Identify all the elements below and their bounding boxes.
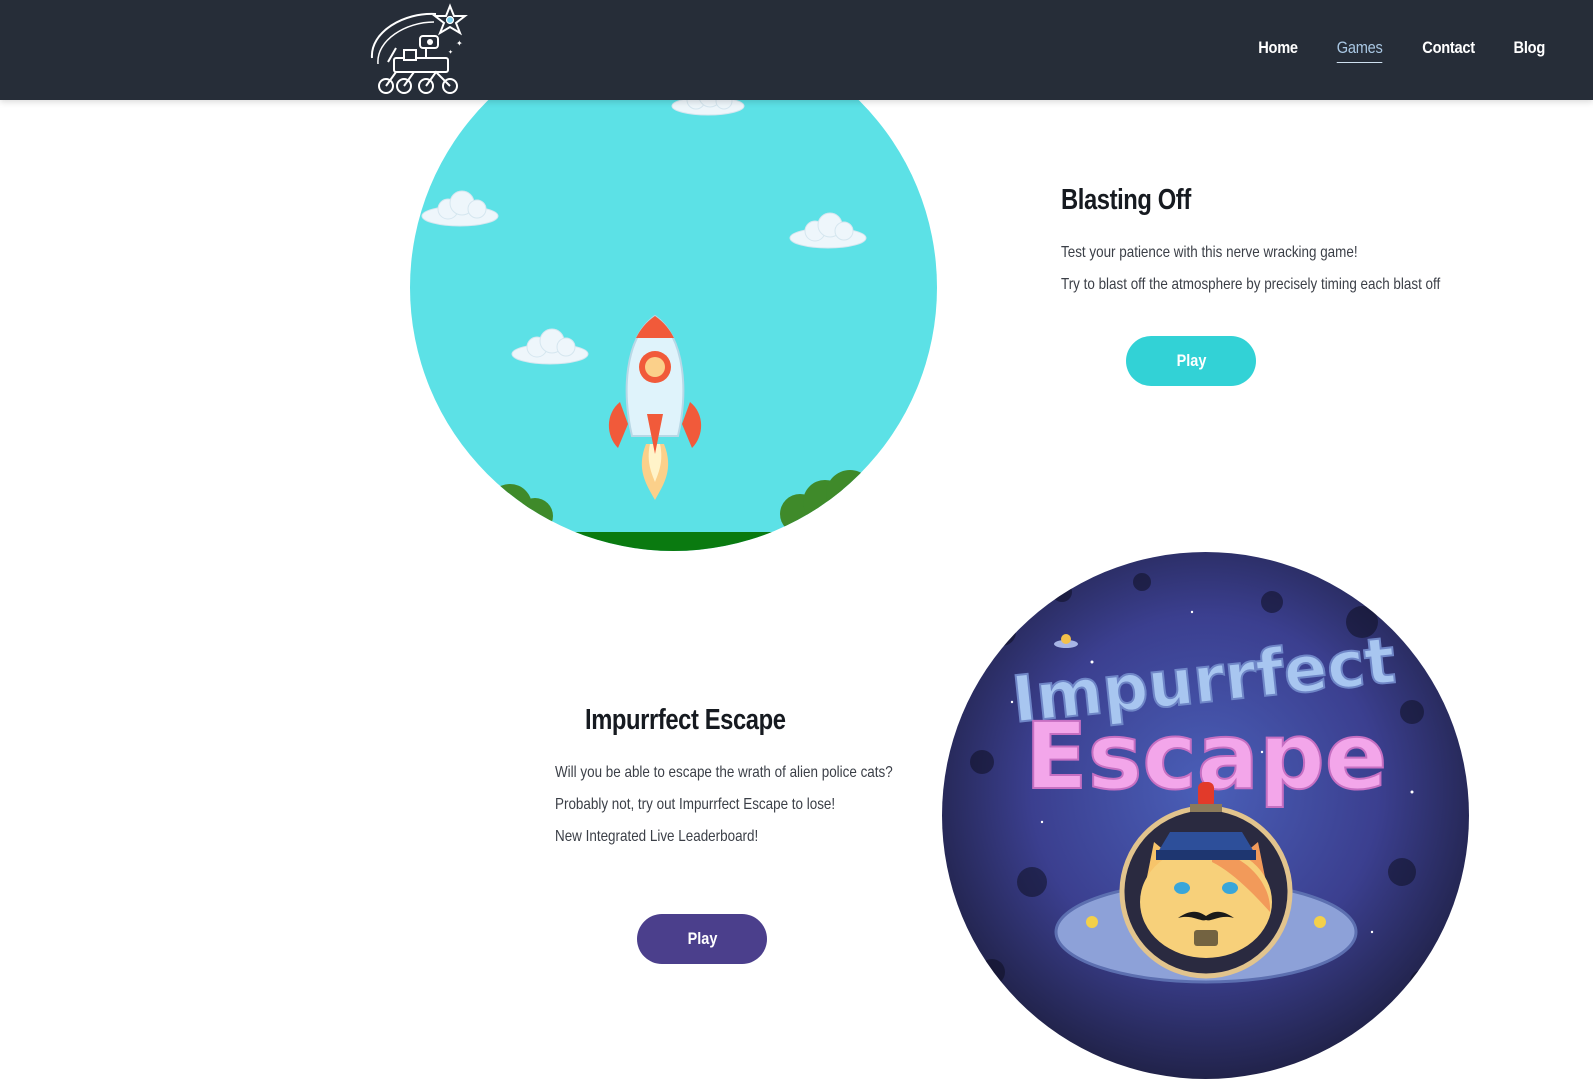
- svg-text:✦: ✦: [456, 39, 463, 48]
- rover-logo[interactable]: ✦ ✦: [364, 2, 470, 98]
- blasting-off-artwork: [410, 24, 937, 551]
- blasting-off-description-line: Try to blast off the atmosphere by preci…: [1061, 276, 1441, 293]
- impurrfect-escape-description-line: New Integrated Live Leaderboard!: [555, 828, 759, 845]
- impurrfect-escape-play-button[interactable]: Play: [637, 914, 767, 964]
- svg-text:✦: ✦: [448, 49, 453, 56]
- nav-home-link[interactable]: Home: [1258, 38, 1298, 62]
- impurrfect-escape-description-line: Probably not, try out Impurrfect Escape …: [555, 796, 836, 813]
- blasting-off-play-button[interactable]: Play: [1126, 336, 1256, 386]
- blasting-off-title: Blasting Off: [1061, 184, 1191, 216]
- impurrfect-escape-description-line: Will you be able to escape the wrath of …: [555, 764, 893, 781]
- blasting-off-description-line: Test your patience with this nerve wrack…: [1061, 244, 1358, 261]
- police-cat-icon: [1140, 832, 1272, 958]
- impurrfect-escape-title: Impurrfect Escape: [585, 704, 786, 736]
- nav-contact-link[interactable]: Contact: [1423, 38, 1476, 62]
- nav-blog-link[interactable]: Blog: [1514, 38, 1546, 62]
- impurrfect-escape-artwork: Impurrfect Escape: [942, 552, 1469, 1079]
- play-button-label: Play: [1176, 351, 1206, 370]
- nav-games-link[interactable]: Games: [1336, 38, 1383, 63]
- navbar: ✦ ✦ Home Games Contact Blog: [0, 0, 1593, 100]
- main-nav: Home Games Contact Blog: [1255, 0, 1548, 100]
- play-button-label: Play: [687, 929, 717, 948]
